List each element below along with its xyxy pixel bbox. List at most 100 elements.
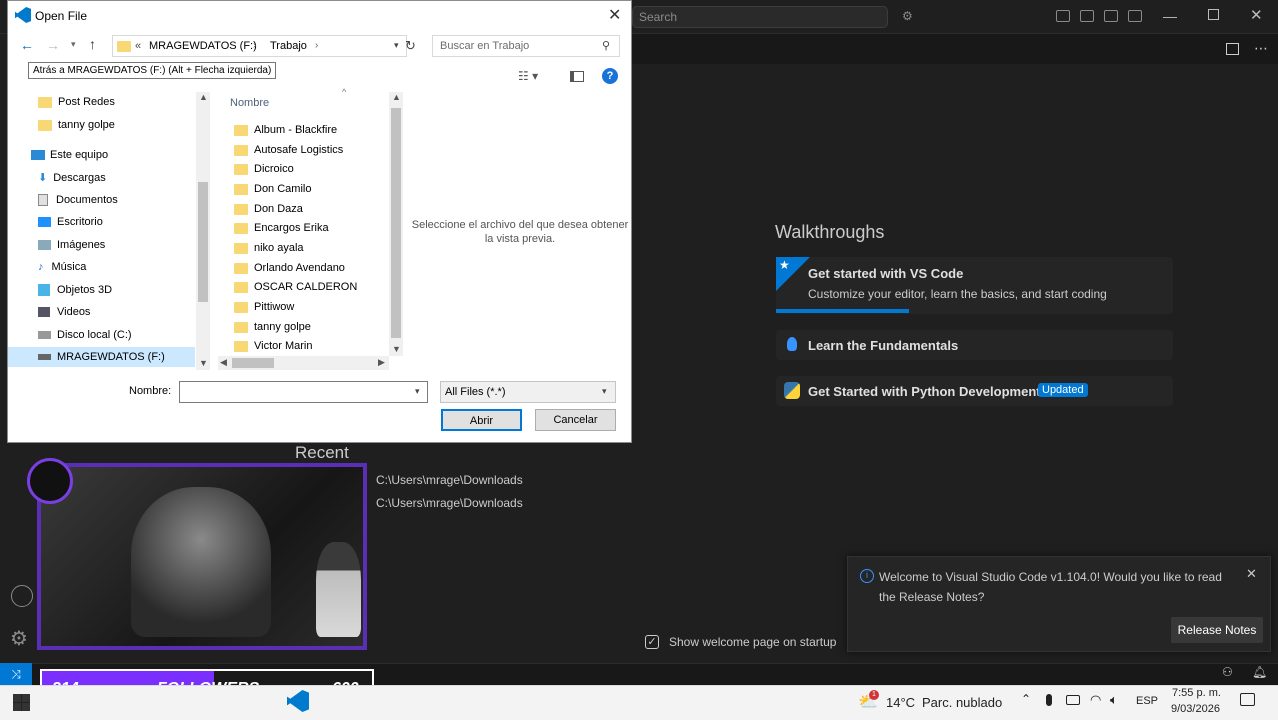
recent-item[interactable]: C:\Users\mrage\Downloads [376, 496, 523, 510]
file-list-vscrollbar[interactable]: ▲ ▼ [389, 92, 403, 356]
open-button[interactable]: Abrir [441, 409, 522, 431]
webcam-person-image [131, 487, 271, 637]
scroll-down-icon[interactable]: ▼ [199, 358, 208, 368]
cancel-button[interactable]: Cancelar [535, 409, 616, 431]
file-row[interactable]: Don Camilo [234, 183, 311, 195]
file-row[interactable]: Don Daza [234, 203, 303, 215]
microphone-icon[interactable] [1046, 694, 1052, 706]
toggle-secondary-sidebar-icon[interactable] [1128, 10, 1142, 22]
scroll-up-icon[interactable]: ▲ [392, 92, 401, 102]
file-name: Encargos Erika [254, 222, 329, 234]
nav-item-documents[interactable]: Documentos [38, 194, 118, 207]
minimize-icon[interactable]: — [1163, 8, 1177, 24]
dialog-close-icon[interactable]: ✕ [608, 5, 621, 25]
scroll-right-icon[interactable]: ▶ [378, 357, 385, 368]
recent-item[interactable]: C:\Users\mrage\Downloads [376, 473, 523, 487]
file-row[interactable]: Orlando Avendano [234, 262, 345, 274]
filename-dropdown-icon[interactable]: ▾ [415, 386, 420, 397]
back-arrow-icon[interactable]: ← [20, 37, 34, 53]
notification-center-icon[interactable] [1240, 693, 1255, 706]
notifications-bell-icon[interactable]: 🔔︎ [1252, 665, 1267, 679]
filetype-select[interactable]: All Files (*.*) ▾ [440, 381, 616, 403]
lightbulb-icon [787, 337, 797, 351]
nav-item-pictures[interactable]: Imágenes [38, 239, 105, 251]
show-hidden-icons-icon[interactable]: ⌃ [1021, 692, 1031, 706]
webcam-overlay [37, 463, 367, 650]
nav-item[interactable]: tanny golpe [38, 119, 115, 131]
weather-temperature[interactable]: 14°C [886, 695, 915, 710]
file-row[interactable]: Dicroico [234, 163, 294, 175]
nav-item-desktop[interactable]: Escritorio [38, 216, 103, 228]
breadcrumb-folder[interactable]: Trabajo [270, 40, 307, 52]
nav-item[interactable]: Post Redes [38, 96, 115, 108]
weather-description[interactable]: Parc. nublado [922, 695, 1002, 710]
address-dropdown-icon[interactable]: ▾ [394, 40, 399, 51]
nav-item-local-disk[interactable]: Disco local (C:) [38, 329, 132, 341]
breadcrumb-drive[interactable]: MRAGEWDATOS (F:) [149, 40, 257, 52]
scroll-thumb[interactable] [232, 358, 274, 368]
file-list-hscrollbar[interactable]: ◀ ▶ [218, 356, 389, 370]
device-icon[interactable] [1066, 695, 1080, 705]
scroll-thumb[interactable] [391, 108, 401, 338]
filename-input[interactable]: ▾ [179, 381, 428, 403]
split-editor-icon[interactable] [1226, 43, 1239, 55]
nav-scrollbar[interactable]: ▲ ▼ [196, 92, 210, 370]
copilot-icon[interactable]: ⚙ [902, 9, 918, 23]
close-notification-icon[interactable]: ✕ [1246, 566, 1257, 582]
scroll-left-icon[interactable]: ◀ [220, 357, 227, 368]
search-input[interactable]: Buscar en Trabajo [432, 35, 620, 57]
walkthrough-card-vscode[interactable]: ★ Get started with VS Code Customize you… [776, 257, 1173, 314]
filetype-dropdown-icon[interactable]: ▾ [602, 386, 607, 397]
file-row[interactable]: tanny golpe [234, 321, 311, 333]
file-row[interactable]: Pittiwow [234, 301, 294, 313]
nav-item-3d-objects[interactable]: Objetos 3D [38, 284, 113, 297]
clock-date[interactable]: 9/03/2026 [1171, 703, 1220, 715]
toggle-primary-sidebar-icon[interactable] [1080, 10, 1094, 22]
nav-item-downloads[interactable]: ⬇ Descargas [38, 171, 106, 184]
release-notes-button[interactable]: Release Notes [1171, 617, 1263, 643]
recent-heading: Recent [295, 443, 349, 462]
scroll-down-icon[interactable]: ▼ [392, 344, 401, 354]
file-row[interactable]: niko ayala [234, 242, 304, 254]
manage-gear-icon[interactable]: ⚙ [10, 626, 28, 651]
customize-layout-icon[interactable] [1056, 10, 1070, 22]
breadcrumb-overflow[interactable]: « [135, 40, 141, 52]
forward-arrow-icon[interactable]: → [46, 37, 60, 53]
scroll-thumb[interactable] [198, 182, 208, 302]
clock-time[interactable]: 7:55 p. m. [1172, 687, 1221, 699]
nav-item-this-pc[interactable]: Este equipo [31, 149, 108, 161]
up-arrow-icon[interactable]: ↑ [89, 36, 96, 52]
walkthrough-card-fundamentals[interactable]: Learn the Fundamentals [776, 330, 1173, 360]
restore-icon[interactable] [1208, 9, 1219, 20]
command-center-search[interactable]: Search [632, 6, 888, 28]
nav-item-videos[interactable]: Videos [38, 306, 90, 318]
wifi-icon[interactable]: ◠ [1090, 692, 1101, 708]
file-row[interactable]: Encargos Erika [234, 222, 329, 234]
preview-pane-icon[interactable] [570, 71, 584, 82]
nav-item-label: Objetos 3D [57, 284, 113, 296]
toggle-panel-icon[interactable] [1104, 10, 1118, 22]
help-icon[interactable]: ? [602, 68, 618, 84]
walkthrough-card-python[interactable]: Get Started with Python Development Upda… [776, 376, 1173, 406]
remote-indicator-icon[interactable]: ⤨ [0, 663, 32, 685]
file-row[interactable]: Album - Blackfire [234, 124, 337, 136]
column-header-name[interactable]: Nombre [230, 97, 269, 109]
nav-item-data-drive[interactable]: MRAGEWDATOS (F:) [8, 347, 195, 367]
nav-item-music[interactable]: ♪ Música [38, 261, 86, 273]
accounts-icon[interactable] [11, 585, 33, 607]
refresh-icon[interactable]: ↻ [405, 38, 416, 54]
recent-locations-chevron-icon[interactable]: ▾ [71, 39, 76, 50]
show-welcome-checkbox[interactable]: ✓ [645, 635, 659, 649]
close-window-icon[interactable]: ✕ [1250, 6, 1263, 24]
input-language[interactable]: ESP [1136, 695, 1158, 707]
copilot-status-icon[interactable]: ⚇ [1222, 665, 1233, 679]
file-row[interactable]: Victor Marin [234, 340, 312, 352]
address-bar[interactable]: « MRAGEWDATOS (F:) › Trabajo › ▾ [112, 35, 407, 57]
file-row[interactable]: Autosafe Logistics [234, 144, 343, 156]
scroll-up-icon[interactable]: ▲ [199, 92, 208, 102]
volume-icon[interactable]: 🔈︎ [1110, 692, 1118, 708]
view-options-icon[interactable]: ☷ ▾ [518, 69, 538, 83]
more-actions-icon[interactable]: ⋯ [1254, 40, 1268, 57]
windows-start-icon[interactable] [13, 694, 30, 711]
file-row[interactable]: OSCAR CALDERON [234, 281, 357, 293]
